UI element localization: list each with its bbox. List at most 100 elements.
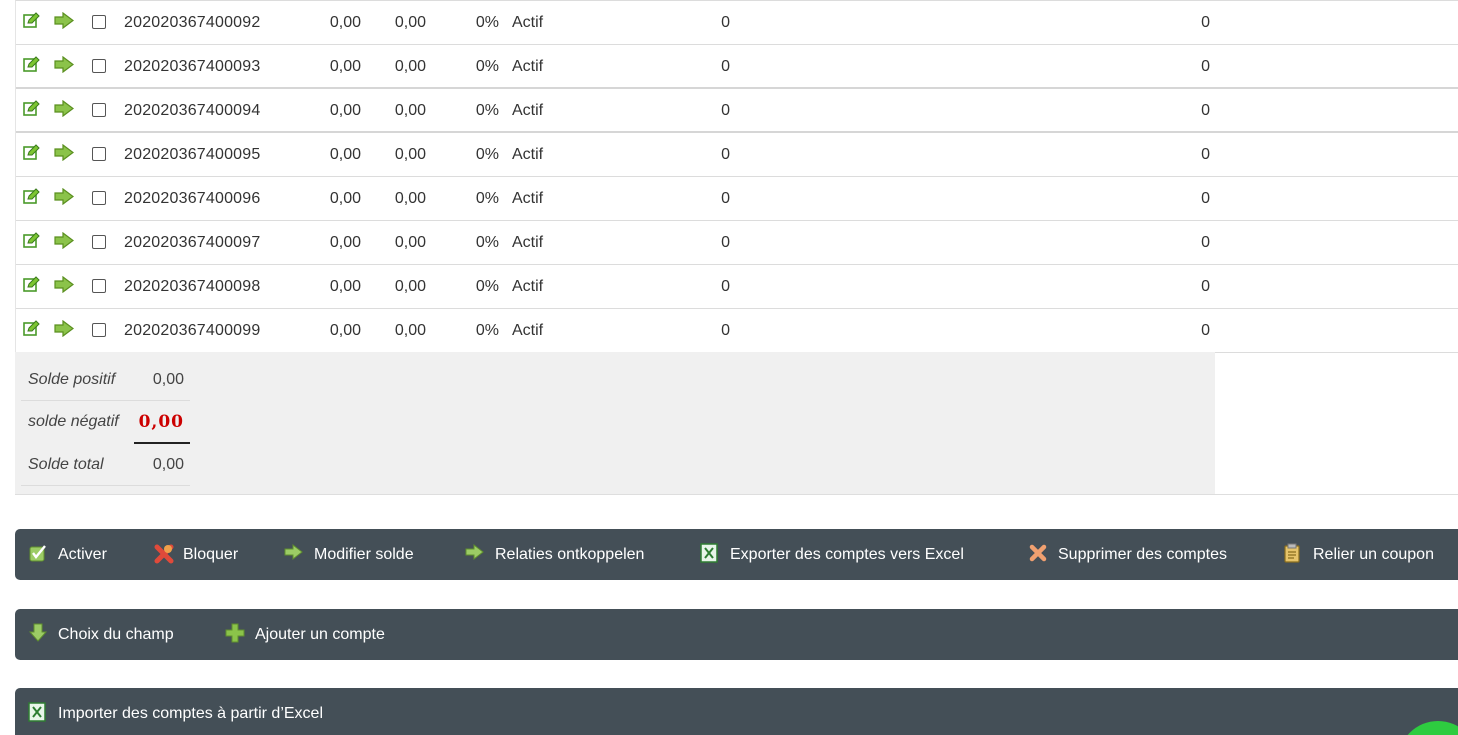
balance-value: 0,00 xyxy=(329,234,361,251)
status-text: Actif xyxy=(512,146,544,163)
unlink-relations-label: Relaties ontkoppelen xyxy=(495,546,645,563)
count-value: 0 xyxy=(721,234,730,251)
count-value: 0 xyxy=(721,102,730,119)
balance-value: 0,00 xyxy=(329,322,361,339)
status-text: Actif xyxy=(512,322,544,339)
arrow-right-icon xyxy=(284,543,303,561)
balance-value: 0,00 xyxy=(329,58,361,75)
balance-value: 0,00 xyxy=(329,190,361,207)
accounts-table: 202020367400092 0,00 0,00 0% Actif 0 0 2… xyxy=(15,0,1458,353)
count-value: 0 xyxy=(721,322,730,339)
arrow-right-icon[interactable] xyxy=(54,232,74,249)
table-row: 202020367400097 0,00 0,00 0% Actif 0 0 xyxy=(16,221,1458,265)
count-value: 0 xyxy=(721,190,730,207)
arrow-right-icon[interactable] xyxy=(54,144,74,161)
arrow-right-icon[interactable] xyxy=(54,100,74,117)
row-checkbox[interactable] xyxy=(92,147,106,161)
edit-icon[interactable] xyxy=(23,320,40,337)
credit-value: 0,00 xyxy=(394,322,426,339)
percentage-value: 0% xyxy=(475,234,499,251)
status-text: Actif xyxy=(512,234,544,251)
credit-value: 0,00 xyxy=(394,190,426,207)
arrow-right-icon[interactable] xyxy=(54,188,74,205)
totals-row-total: Solde total 0,00 xyxy=(21,444,190,486)
count-value-2: 0 xyxy=(1201,102,1210,119)
count-value-2: 0 xyxy=(1201,278,1210,295)
credit-value: 0,00 xyxy=(394,234,426,251)
plus-icon xyxy=(225,623,245,643)
row-checkbox[interactable] xyxy=(92,323,106,337)
choose-field-label: Choix du champ xyxy=(58,626,174,643)
count-value-2: 0 xyxy=(1201,234,1210,251)
percentage-value: 0% xyxy=(475,102,499,119)
table-row: 202020367400098 0,00 0,00 0% Actif 0 0 xyxy=(16,265,1458,309)
percentage-value: 0% xyxy=(475,322,499,339)
percentage-value: 0% xyxy=(475,58,499,75)
totals-panel xyxy=(15,352,1215,495)
balance-value: 0,00 xyxy=(329,278,361,295)
coupon-icon xyxy=(1284,543,1300,563)
arrow-right-icon[interactable] xyxy=(54,12,74,29)
account-number: 202020367400096 xyxy=(124,190,261,207)
count-value-2: 0 xyxy=(1201,190,1210,207)
edit-icon[interactable] xyxy=(23,276,40,293)
row-checkbox[interactable] xyxy=(92,191,106,205)
row-checkbox[interactable] xyxy=(92,279,106,293)
credit-value: 0,00 xyxy=(394,146,426,163)
percentage-value: 0% xyxy=(475,190,499,207)
balance-value: 0,00 xyxy=(329,146,361,163)
count-value: 0 xyxy=(721,58,730,75)
row-checkbox[interactable] xyxy=(92,15,106,29)
edit-icon[interactable] xyxy=(23,144,40,161)
export-excel-label: Exporter des comptes vers Excel xyxy=(730,546,964,563)
positive-balance-value: 0,00 xyxy=(152,371,184,388)
count-value: 0 xyxy=(721,278,730,295)
positive-balance-label: Solde positif xyxy=(28,371,116,388)
edit-icon[interactable] xyxy=(23,232,40,249)
status-text: Actif xyxy=(512,14,544,31)
table-row: 202020367400095 0,00 0,00 0% Actif 0 0 xyxy=(16,133,1458,177)
arrow-right-icon[interactable] xyxy=(54,56,74,73)
row-checkbox[interactable] xyxy=(92,103,106,117)
import-toolbar: Importer des comptes à partir d’Excel xyxy=(15,688,1458,735)
negative-balance-value: 0,00 xyxy=(138,412,184,432)
edit-icon[interactable] xyxy=(23,188,40,205)
arrow-right-icon[interactable] xyxy=(54,320,74,337)
account-number: 202020367400095 xyxy=(124,146,261,163)
row-checkbox[interactable] xyxy=(92,235,106,249)
account-number: 202020367400098 xyxy=(124,278,261,295)
check-icon xyxy=(29,545,46,562)
link-coupon-label: Relier un coupon xyxy=(1313,546,1434,563)
count-value-2: 0 xyxy=(1201,322,1210,339)
edit-icon[interactable] xyxy=(23,56,40,73)
account-number: 202020367400093 xyxy=(124,58,261,75)
credit-value: 0,00 xyxy=(394,14,426,31)
block-icon xyxy=(154,544,174,564)
arrow-down-icon xyxy=(28,623,48,642)
block-label: Bloquer xyxy=(183,546,239,563)
arrow-right-icon xyxy=(465,543,484,561)
percentage-value: 0% xyxy=(475,14,499,31)
totals-row-negative: solde négatif 0,00 xyxy=(21,401,190,443)
row-checkbox[interactable] xyxy=(92,59,106,73)
status-text: Actif xyxy=(512,58,544,75)
arrow-right-icon[interactable] xyxy=(54,276,74,293)
count-value-2: 0 xyxy=(1201,14,1210,31)
account-number: 202020367400094 xyxy=(124,102,261,119)
count-value: 0 xyxy=(721,14,730,31)
count-value: 0 xyxy=(721,146,730,163)
status-text: Actif xyxy=(512,190,544,207)
percentage-value: 0% xyxy=(475,146,499,163)
balance-value: 0,00 xyxy=(329,102,361,119)
edit-icon[interactable] xyxy=(23,100,40,117)
totals-row-positive: Solde positif 0,00 xyxy=(21,359,190,401)
count-value-2: 0 xyxy=(1201,146,1210,163)
divider xyxy=(15,494,1458,495)
delete-accounts-label: Supprimer des comptes xyxy=(1058,546,1227,563)
table-row: 202020367400092 0,00 0,00 0% Actif 0 0 xyxy=(16,1,1458,45)
table-row: 202020367400093 0,00 0,00 0% Actif 0 0 xyxy=(16,45,1458,89)
negative-balance-label: solde négatif xyxy=(28,413,119,430)
edit-icon[interactable] xyxy=(23,12,40,29)
credit-value: 0,00 xyxy=(394,278,426,295)
credit-value: 0,00 xyxy=(394,102,426,119)
